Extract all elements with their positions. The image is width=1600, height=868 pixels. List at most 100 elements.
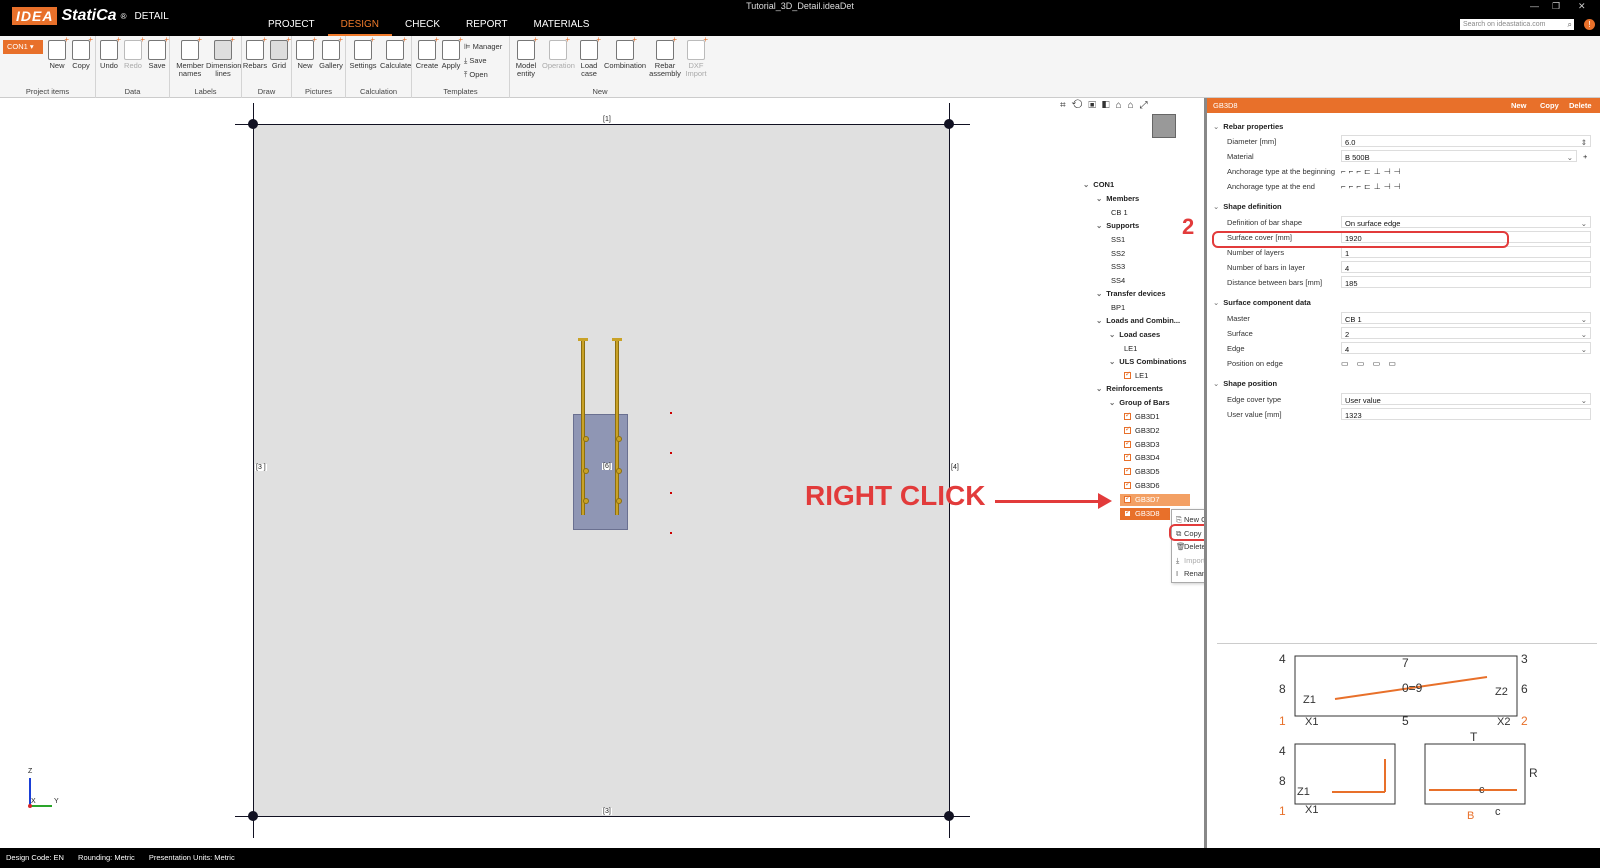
bars-input[interactable]: 4 xyxy=(1341,261,1591,273)
chevron-down-icon[interactable]: ⌄ xyxy=(1581,328,1587,341)
tree-gb3d1[interactable]: GB3D1 xyxy=(1124,411,1160,421)
redo-button[interactable]: Redo xyxy=(120,36,146,70)
surface-select[interactable]: 2 ⌄ xyxy=(1341,327,1591,339)
tree-loads[interactable]: ⌄ Loads and Combin... xyxy=(1096,316,1180,325)
new-button[interactable]: New xyxy=(44,36,70,70)
chevron-down-icon[interactable]: ⌄ xyxy=(1581,394,1587,407)
add-material-icon[interactable]: + xyxy=(1583,150,1587,163)
menu-design[interactable]: DESIGN xyxy=(327,18,393,36)
copy-button[interactable]: Copy xyxy=(68,36,94,70)
apply-template-button[interactable]: Apply xyxy=(438,36,464,70)
chevron-down-icon[interactable]: ⌄ xyxy=(1213,298,1219,307)
checkbox[interactable] xyxy=(1124,508,1131,517)
rebars-button[interactable]: Rebars xyxy=(242,36,268,70)
tree-supports[interactable]: ⌄ Supports xyxy=(1096,221,1139,230)
tree-ss4[interactable]: SS4 xyxy=(1111,276,1125,285)
chevron-down-icon[interactable]: ⌄ xyxy=(1581,217,1587,230)
calculate-button[interactable]: Calculate xyxy=(380,36,411,70)
rebar[interactable] xyxy=(615,340,619,515)
tree-load-cases[interactable]: ⌄ Load cases xyxy=(1109,330,1160,339)
checkbox[interactable] xyxy=(1124,466,1131,475)
chevron-down-icon[interactable]: ⌄ xyxy=(1567,151,1573,164)
checkbox[interactable] xyxy=(1124,370,1131,379)
view-cube[interactable] xyxy=(1152,114,1176,138)
chevron-down-icon[interactable]: ⌄ xyxy=(1109,357,1115,366)
con-selector[interactable]: CON1 ▾ xyxy=(3,40,43,54)
distance-input[interactable]: 185 xyxy=(1341,276,1591,288)
tree-gb3d4[interactable]: GB3D4 xyxy=(1124,452,1160,462)
tree-members[interactable]: ⌄ Members xyxy=(1096,194,1139,203)
chevron-down-icon[interactable]: ⌄ xyxy=(1096,289,1102,298)
model-entity-button[interactable]: Model entity xyxy=(512,36,540,78)
tree-bp1[interactable]: BP1 xyxy=(1111,303,1125,312)
template-manager-button[interactable]: ⊫ Manager xyxy=(464,42,502,51)
diameter-input[interactable]: 6.0 ⇕ xyxy=(1341,135,1591,147)
tree-ss1[interactable]: SS1 xyxy=(1111,235,1125,244)
menu-check[interactable]: CHECK xyxy=(392,18,453,36)
gallery-button[interactable]: Gallery xyxy=(318,36,344,70)
combination-button[interactable]: Combination xyxy=(604,36,646,70)
member-names-button[interactable]: Member names xyxy=(174,36,206,78)
dimension-lines-button[interactable]: Dimension lines xyxy=(206,36,241,78)
tree-reinforcements[interactable]: ⌄ Reinforcements xyxy=(1096,384,1163,393)
tree-gb3d8[interactable]: GB3D8 xyxy=(1124,508,1160,518)
picture-new-button[interactable]: New xyxy=(292,36,318,70)
chevron-down-icon[interactable]: ⌄ xyxy=(1109,398,1115,407)
panel-delete-button[interactable]: Delete xyxy=(1569,98,1592,113)
chevron-down-icon[interactable]: ⌄ xyxy=(1096,384,1102,393)
tree-ss2[interactable]: SS2 xyxy=(1111,249,1125,258)
checkbox[interactable] xyxy=(1124,480,1131,489)
tree-le1[interactable]: LE1 xyxy=(1124,344,1137,353)
tree-gb3d5[interactable]: GB3D5 xyxy=(1124,466,1160,476)
tree-gb3d7[interactable]: GB3D7 xyxy=(1124,494,1160,504)
tree-con1[interactable]: ⌄ CON1 xyxy=(1083,180,1114,189)
bar-shape-select[interactable]: On surface edge ⌄ xyxy=(1341,216,1591,228)
settings-button[interactable]: Settings xyxy=(348,36,378,70)
rebar-assembly-button[interactable]: Rebar assembly xyxy=(648,36,682,78)
save-button[interactable]: Save xyxy=(144,36,170,70)
menu-materials[interactable]: MATERIALS xyxy=(521,18,603,36)
grid-button[interactable]: Grid xyxy=(266,36,292,70)
search-input[interactable]: Search on ideastatica.com ⌕ xyxy=(1460,19,1574,30)
load-case-button[interactable]: Load case xyxy=(576,36,602,78)
master-select[interactable]: CB 1 ⌄ xyxy=(1341,312,1591,324)
checkbox[interactable] xyxy=(1124,411,1131,420)
template-save-button[interactable]: ⤓ Save xyxy=(464,56,487,66)
tree-ss3[interactable]: SS3 xyxy=(1111,262,1125,271)
chevron-down-icon[interactable]: ⌄ xyxy=(1581,343,1587,356)
checkbox[interactable] xyxy=(1124,425,1131,434)
operation-button[interactable]: Operation xyxy=(542,36,575,70)
create-template-button[interactable]: Create xyxy=(414,36,440,70)
restore-icon[interactable]: ❐ xyxy=(1552,1,1560,12)
minimize-icon[interactable]: — xyxy=(1530,1,1539,11)
tree-group-of-bars[interactable]: ⌄ Group of Bars xyxy=(1109,398,1170,407)
anchorage-begin-icons[interactable]: ⌐⌐⌐⊏⊥⊣⊣ xyxy=(1341,165,1404,178)
chevron-down-icon[interactable]: ⌄ xyxy=(1096,221,1102,230)
context-delete[interactable]: 🗑Delete xyxy=(1176,542,1206,551)
position-icons[interactable]: ▭ ▭ ▭ ▭ xyxy=(1341,357,1399,370)
menu-project[interactable]: PROJECT xyxy=(255,18,328,36)
menu-report[interactable]: REPORT xyxy=(453,18,521,36)
close-icon[interactable]: ✕ xyxy=(1578,1,1586,12)
edge-select[interactable]: 4 ⌄ xyxy=(1341,342,1591,354)
material-select[interactable]: B 500B ⌄ xyxy=(1341,150,1577,162)
view-toolbar[interactable]: ⌗⟲▣◧⌂⌂⤢ xyxy=(1060,100,1154,111)
tree-gb3d2[interactable]: GB3D2 xyxy=(1124,425,1160,435)
dxf-import-button[interactable]: DXF Import xyxy=(682,36,710,78)
checkbox[interactable] xyxy=(1124,494,1131,503)
chevron-down-icon[interactable]: ⌄ xyxy=(1109,330,1115,339)
tree-cb1[interactable]: CB 1 xyxy=(1111,208,1128,217)
chevron-down-icon[interactable]: ⌄ xyxy=(1213,379,1219,388)
3d-viewport[interactable]: ⌗⟲▣◧⌂⌂⤢ [1] [3 ] [4] [3] [6] Z X Y xyxy=(0,98,1204,848)
tree-gb3d6[interactable]: GB3D6 xyxy=(1124,480,1160,490)
chevron-down-icon[interactable]: ⌄ xyxy=(1096,194,1102,203)
checkbox[interactable] xyxy=(1124,452,1131,461)
search-icon[interactable]: ⌕ xyxy=(1568,19,1572,30)
section-rebar-properties[interactable]: ⌄ Rebar properties xyxy=(1213,122,1283,131)
panel-new-button[interactable]: New xyxy=(1511,98,1526,113)
help-icon[interactable]: ! xyxy=(1584,19,1595,30)
chevron-down-icon[interactable]: ⌄ xyxy=(1581,313,1587,326)
checkbox[interactable] xyxy=(1124,439,1131,448)
tree-le1-combination[interactable]: LE1 xyxy=(1124,370,1148,380)
tree-uls[interactable]: ⌄ ULS Combinations xyxy=(1109,357,1186,366)
